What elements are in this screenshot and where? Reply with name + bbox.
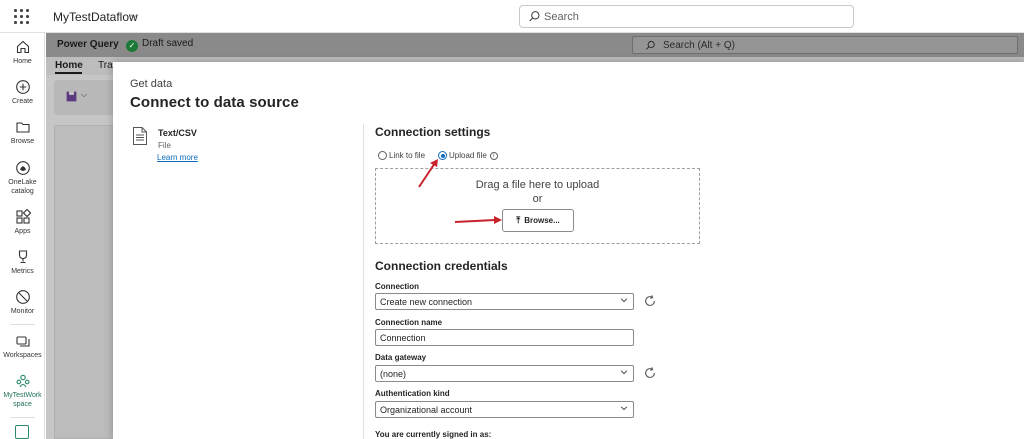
nav-item-apps[interactable]: Apps bbox=[0, 209, 45, 236]
authentication-kind-value: Organizational account bbox=[380, 405, 473, 415]
browse-label: Browse... bbox=[524, 216, 560, 225]
nav-label: Apps bbox=[14, 228, 31, 235]
nav-divider bbox=[10, 417, 35, 418]
search-icon bbox=[646, 40, 655, 50]
connection-name-value: Connection bbox=[380, 333, 426, 343]
upload-icon: ⤒ bbox=[516, 215, 521, 225]
power-query-title: Power Query bbox=[57, 39, 119, 50]
nav-item-home[interactable]: Home bbox=[0, 39, 45, 66]
search-placeholder: Search bbox=[544, 11, 579, 23]
nav-item-create[interactable]: Create bbox=[0, 79, 45, 106]
upload-file-radio[interactable]: Upload file i bbox=[438, 151, 498, 160]
onelake-icon bbox=[15, 161, 30, 175]
nav-item-metrics[interactable]: Metrics bbox=[0, 249, 45, 276]
item-name[interactable]: MyTestDataflow bbox=[53, 10, 138, 24]
get-data-dialog: Get data Connect to data source Text/CSV… bbox=[113, 62, 1024, 439]
chevron-down-icon bbox=[620, 370, 628, 375]
data-gateway-select[interactable]: (none) bbox=[375, 365, 634, 382]
nav-item-workspaces[interactable]: Workspaces bbox=[0, 333, 45, 360]
chevron-down-icon[interactable]: ⌵ bbox=[130, 10, 138, 21]
source-type: File bbox=[158, 141, 171, 150]
dataflow-item-icon[interactable] bbox=[15, 425, 29, 439]
nav-label: Monitor bbox=[10, 308, 35, 315]
left-navigation: Home Create Browse OneLake catalog Apps … bbox=[0, 33, 45, 439]
source-name: Text/CSV bbox=[158, 128, 197, 138]
folder-icon bbox=[15, 122, 30, 133]
top-bar: MyTestDataflow ⌵ Search bbox=[0, 0, 1024, 33]
queries-pane bbox=[54, 125, 114, 439]
nav-label: OneLake catalog bbox=[8, 179, 37, 195]
chevron-down-icon: ⌵ bbox=[81, 90, 88, 99]
info-icon[interactable]: i bbox=[489, 151, 498, 160]
draft-status: ✓ Draft saved bbox=[126, 38, 193, 52]
apps-icon bbox=[15, 209, 31, 224]
authentication-kind-label: Authentication kind bbox=[375, 389, 450, 398]
workspace-people-icon bbox=[15, 374, 30, 388]
tab-home: Home bbox=[55, 60, 83, 71]
power-query-header: Power Query ✓ Draft saved Search (Alt + Q… bbox=[46, 33, 1024, 57]
browse-button[interactable]: ⤒ Browse... bbox=[502, 209, 574, 232]
tab-transform: Tra bbox=[98, 60, 113, 71]
refresh-icon[interactable] bbox=[643, 294, 657, 308]
dialog-eyebrow: Get data bbox=[130, 78, 173, 90]
signed-in-label: You are currently signed in as: bbox=[375, 430, 492, 439]
monitor-icon bbox=[15, 290, 30, 304]
annotation-arrow-browse bbox=[454, 216, 502, 224]
nav-label: Browse bbox=[10, 138, 35, 145]
file-text-icon bbox=[133, 127, 147, 145]
search-placeholder: Search (Alt + Q) bbox=[663, 40, 735, 51]
nav-label: Create bbox=[11, 98, 33, 105]
draft-status-label: Draft saved bbox=[142, 38, 194, 49]
workspaces-icon bbox=[15, 336, 30, 347]
chevron-down-icon bbox=[620, 406, 628, 411]
data-gateway-value: (none) bbox=[380, 369, 407, 379]
radio-label: Upload file bbox=[449, 151, 487, 160]
chevron-down-icon bbox=[620, 298, 628, 303]
dialog-title: Connect to data source bbox=[130, 94, 299, 111]
connection-name-input[interactable]: Connection bbox=[375, 329, 634, 346]
learn-more-link[interactable]: Learn more bbox=[157, 153, 198, 162]
nav-divider bbox=[10, 324, 35, 325]
nav-item-mytestworkspace[interactable]: MyTestWork space bbox=[0, 373, 45, 409]
plus-circle-icon bbox=[15, 80, 30, 94]
app-launcher-icon[interactable] bbox=[14, 9, 30, 25]
connection-name-label: Connection name bbox=[375, 318, 443, 327]
nav-label: MyTestWork space bbox=[3, 392, 42, 408]
radio-circle bbox=[378, 151, 387, 160]
nav-label: Workspaces bbox=[3, 352, 42, 359]
power-query-search-input: Search (Alt + Q) bbox=[632, 36, 1018, 54]
check-circle-icon: ✓ bbox=[126, 40, 138, 52]
nav-item-browse[interactable]: Browse bbox=[0, 119, 45, 146]
nav-label: Home bbox=[13, 58, 32, 65]
connection-credentials-heading: Connection credentials bbox=[375, 259, 508, 273]
data-gateway-label: Data gateway bbox=[375, 353, 427, 362]
nav-label: Metrics bbox=[11, 268, 34, 275]
panel-divider bbox=[363, 124, 364, 439]
annotation-arrow-upload bbox=[418, 159, 438, 188]
search-icon bbox=[529, 11, 540, 22]
nav-item-onelake-catalog[interactable]: OneLake catalog bbox=[0, 160, 45, 196]
authentication-kind-select[interactable]: Organizational account bbox=[375, 401, 634, 418]
drop-zone-or: or bbox=[532, 193, 543, 205]
connection-value: Create new connection bbox=[380, 297, 473, 307]
connection-label: Connection bbox=[375, 282, 419, 291]
home-icon bbox=[16, 40, 29, 54]
trophy-icon bbox=[18, 250, 27, 264]
connection-settings-heading: Connection settings bbox=[375, 125, 491, 139]
connection-select[interactable]: Create new connection bbox=[375, 293, 634, 310]
global-search-input[interactable]: Search bbox=[519, 5, 854, 28]
refresh-icon[interactable] bbox=[643, 366, 657, 380]
save-icon bbox=[66, 91, 77, 102]
nav-item-monitor[interactable]: Monitor bbox=[0, 289, 45, 316]
ribbon-toolbar: ⌵ bbox=[54, 80, 114, 115]
tab-active-indicator bbox=[55, 72, 82, 74]
